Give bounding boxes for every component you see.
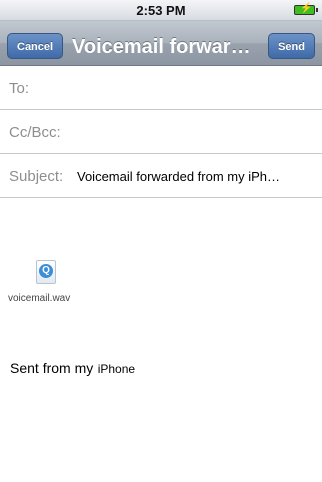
- send-button[interactable]: Send: [268, 33, 315, 59]
- to-field[interactable]: To:: [0, 66, 322, 110]
- signature-text: Sent from my: [10, 360, 94, 376]
- status-time: 2:53 PM: [136, 3, 186, 18]
- message-signature[interactable]: Sent from my iPhone: [10, 360, 135, 378]
- ccbcc-label: Cc/Bcc:: [9, 124, 61, 141]
- compose-title: Voicemail forwar…: [72, 36, 251, 58]
- cancel-button[interactable]: Cancel: [7, 33, 64, 59]
- charging-bolt-icon: ⚡: [300, 3, 313, 14]
- battery-charging-icon: ⚡: [294, 3, 318, 15]
- attachment-filename[interactable]: voicemail.wav: [8, 293, 70, 304]
- attachment-glyph: Q: [39, 264, 53, 278]
- status-bar: 2:53 PM ⚡: [0, 0, 322, 21]
- to-label: To:: [9, 80, 30, 97]
- navigation-bar: Cancel Voicemail forwar… Send: [0, 21, 322, 66]
- quicktime-file-icon[interactable]: Q: [36, 260, 56, 284]
- signature-device: iPhone: [97, 362, 136, 376]
- subject-value[interactable]: Voicemail forwarded from my iPh…: [77, 169, 313, 184]
- subject-label: Subject:: [9, 168, 64, 185]
- subject-field[interactable]: Subject: Voicemail forwarded from my iPh…: [0, 154, 322, 198]
- ccbcc-field[interactable]: Cc/Bcc:: [0, 110, 322, 154]
